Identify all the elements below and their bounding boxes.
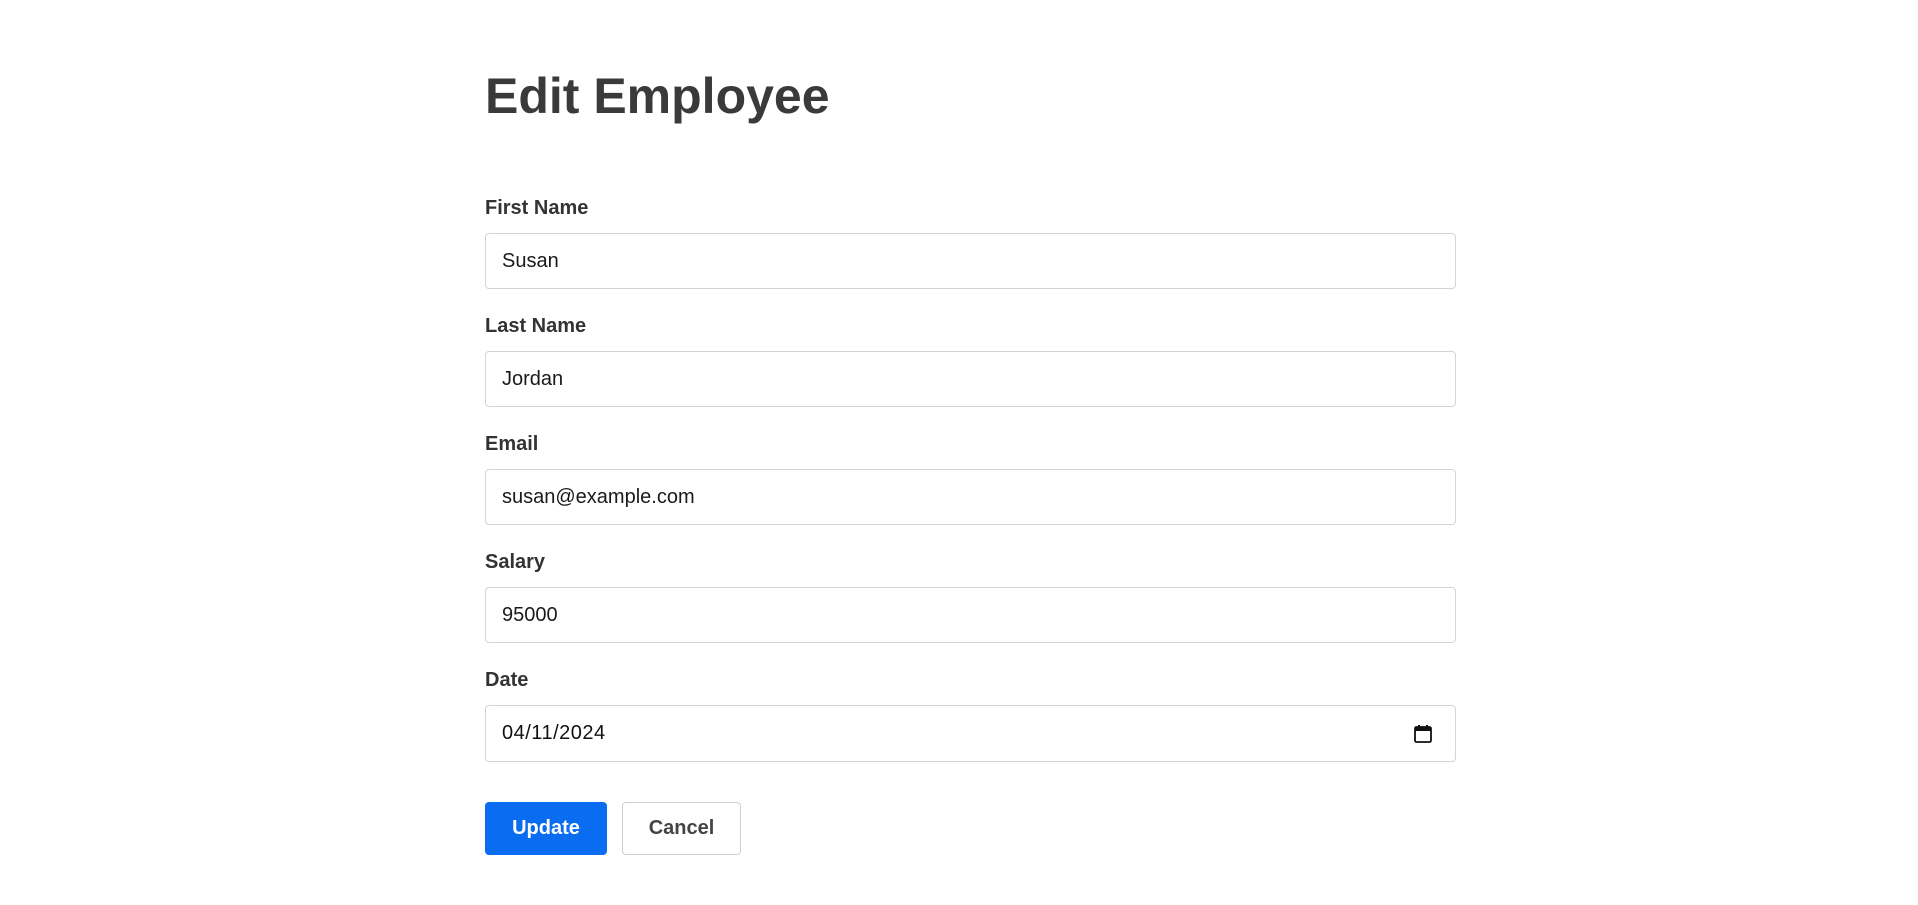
email-value: susan@example.com <box>502 485 695 508</box>
email-label: Email <box>485 433 539 455</box>
first-name-group: First Name Susan <box>485 196 1456 289</box>
first-name-label: First Name <box>485 197 589 219</box>
date-value: 04/11/2024 <box>502 722 606 744</box>
last-name-group: Last Name Jordan <box>485 314 1456 407</box>
salary-input[interactable]: 95000 <box>485 587 1456 643</box>
date-input[interactable]: 04/11/2024 <box>485 705 1456 762</box>
email-input[interactable]: susan@example.com <box>485 469 1456 525</box>
date-label: Date <box>485 669 529 691</box>
salary-group: Salary 95000 <box>485 550 1456 643</box>
first-name-input[interactable]: Susan <box>485 233 1456 289</box>
date-group: Date 04/11/2024 <box>485 668 1456 762</box>
salary-value: 95000 <box>502 603 558 626</box>
salary-label: Salary <box>485 551 546 573</box>
page-title: Edit Employee <box>485 68 830 124</box>
first-name-value: Susan <box>502 249 559 272</box>
email-group: Email susan@example.com <box>485 432 1456 525</box>
last-name-input[interactable]: Jordan <box>485 351 1456 407</box>
last-name-value: Jordan <box>502 367 564 390</box>
cancel-button[interactable]: Cancel <box>622 802 741 855</box>
update-button[interactable]: Update <box>485 802 607 855</box>
last-name-label: Last Name <box>485 315 587 337</box>
calendar-icon[interactable] <box>1413 724 1433 744</box>
